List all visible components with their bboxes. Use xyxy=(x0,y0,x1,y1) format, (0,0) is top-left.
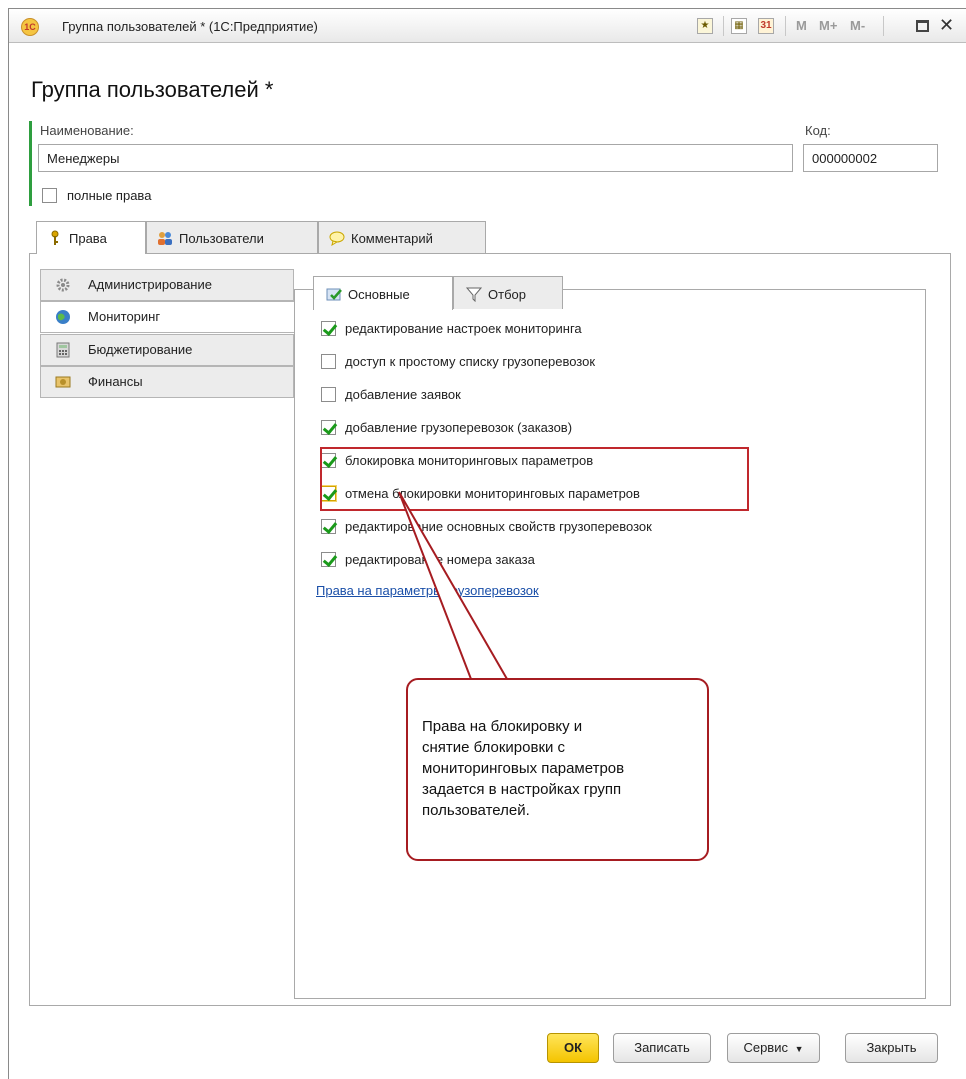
users-icon xyxy=(157,230,173,246)
tab-rights[interactable]: Права xyxy=(36,221,146,254)
close-button[interactable]: Закрыть xyxy=(845,1033,938,1063)
ok-button[interactable]: ОК xyxy=(547,1033,599,1063)
tab-users[interactable]: Пользователи xyxy=(146,221,318,253)
speech-bubble-icon xyxy=(329,230,345,247)
key-icon xyxy=(47,230,63,246)
gear-icon xyxy=(55,277,71,293)
section-monitoring[interactable]: Мониторинг xyxy=(40,301,302,333)
code-label: Код: xyxy=(805,123,831,138)
app-window: 1С Группа пользователей * (1С:Предприяти… xyxy=(8,8,966,1079)
callout-line: снятие блокировки с xyxy=(422,739,566,756)
permission-checkbox[interactable] xyxy=(321,420,336,435)
full-rights-checkbox[interactable] xyxy=(42,188,57,203)
title-bar: 1С Группа пользователей * (1С:Предприяти… xyxy=(9,9,966,43)
section-budgeting[interactable]: Бюджетирование xyxy=(40,334,294,366)
permission-label: редактирование номера заказа xyxy=(345,552,535,567)
permission-checkbox[interactable] xyxy=(321,519,336,534)
inner-tab-filter-label: Отбор xyxy=(488,287,526,302)
permission-checkbox[interactable] xyxy=(321,387,336,402)
inner-tab-filter[interactable]: Отбор xyxy=(453,276,563,309)
section-administration[interactable]: Администрирование xyxy=(40,269,294,301)
tab-comment[interactable]: Комментарий xyxy=(318,221,486,253)
toolbar-separator xyxy=(723,16,724,36)
code-input[interactable]: 000000002 xyxy=(803,144,938,172)
required-accent-bar xyxy=(29,121,32,206)
calendar-icon[interactable]: 31 xyxy=(758,18,774,34)
callout-line: задается в настройках групп xyxy=(422,781,622,798)
permission-checkbox[interactable] xyxy=(321,552,336,567)
callout-line: мониторинговых параметров xyxy=(422,760,625,777)
inner-tab-main[interactable]: Основные xyxy=(313,276,453,310)
permission-label: редактирование настроек мониторинга xyxy=(345,321,582,336)
memory-minus-button[interactable]: M- xyxy=(850,18,865,33)
page-title: Группа пользователей * xyxy=(31,77,274,102)
chevron-down-icon: ▼ xyxy=(794,1044,804,1054)
service-menu-button[interactable]: Сервис ▼ xyxy=(727,1033,820,1063)
section-budgeting-label: Бюджетирование xyxy=(88,342,193,357)
section-administration-label: Администрирование xyxy=(88,277,212,292)
save-button[interactable]: Записать xyxy=(613,1033,711,1063)
permission-label: редактирование основных свойств грузопер… xyxy=(345,519,652,534)
callout-note: Права на блокировку и снятие блокировки … xyxy=(406,678,709,861)
memory-m-button[interactable]: M xyxy=(796,18,807,33)
permission-checkbox[interactable] xyxy=(321,321,336,336)
highlight-box xyxy=(320,447,749,511)
cargo-params-rights-link[interactable]: Права на параметры грузоперевозок xyxy=(316,583,539,598)
callout-line: пользователей. xyxy=(422,802,530,819)
permission-label: добавление грузоперевозок (заказов) xyxy=(345,420,573,435)
permission-label: добавление заявок xyxy=(345,387,461,402)
calculator-icon xyxy=(55,342,71,358)
permission-checkbox[interactable] xyxy=(321,354,336,369)
tab-rights-label: Права xyxy=(69,231,107,246)
full-rights-label: полные права xyxy=(67,188,152,203)
tab-users-label: Пользователи xyxy=(179,231,264,246)
section-finance[interactable]: Финансы xyxy=(40,366,294,398)
toolbar-separator xyxy=(785,16,786,36)
name-label: Наименование: xyxy=(40,123,134,138)
inner-tab-main-label: Основные xyxy=(348,287,410,302)
filter-icon xyxy=(465,286,483,303)
permission-label: доступ к простому списку грузоперевозок xyxy=(345,354,596,369)
section-finance-label: Финансы xyxy=(88,374,143,389)
memory-plus-button[interactable]: M+ xyxy=(819,18,837,33)
money-icon xyxy=(55,374,71,390)
section-monitoring-label: Мониторинг xyxy=(88,309,161,324)
toolbar-separator xyxy=(883,16,884,36)
checklist-icon xyxy=(326,286,342,302)
app-logo-icon: 1С xyxy=(21,18,39,36)
service-button-label: Сервис xyxy=(743,1040,788,1055)
close-icon[interactable]: ✕ xyxy=(939,15,954,36)
calculator-icon[interactable]: ▦ xyxy=(731,18,747,34)
favorite-star-icon[interactable]: ★ xyxy=(697,18,713,34)
maximize-icon[interactable] xyxy=(916,20,929,32)
globe-icon xyxy=(55,309,71,325)
tab-comment-label: Комментарий xyxy=(351,231,433,246)
callout-line: Права на блокировку и xyxy=(422,718,583,735)
name-input[interactable]: Менеджеры xyxy=(38,144,793,172)
window-title: Группа пользователей * (1С:Предприятие) xyxy=(62,19,318,34)
